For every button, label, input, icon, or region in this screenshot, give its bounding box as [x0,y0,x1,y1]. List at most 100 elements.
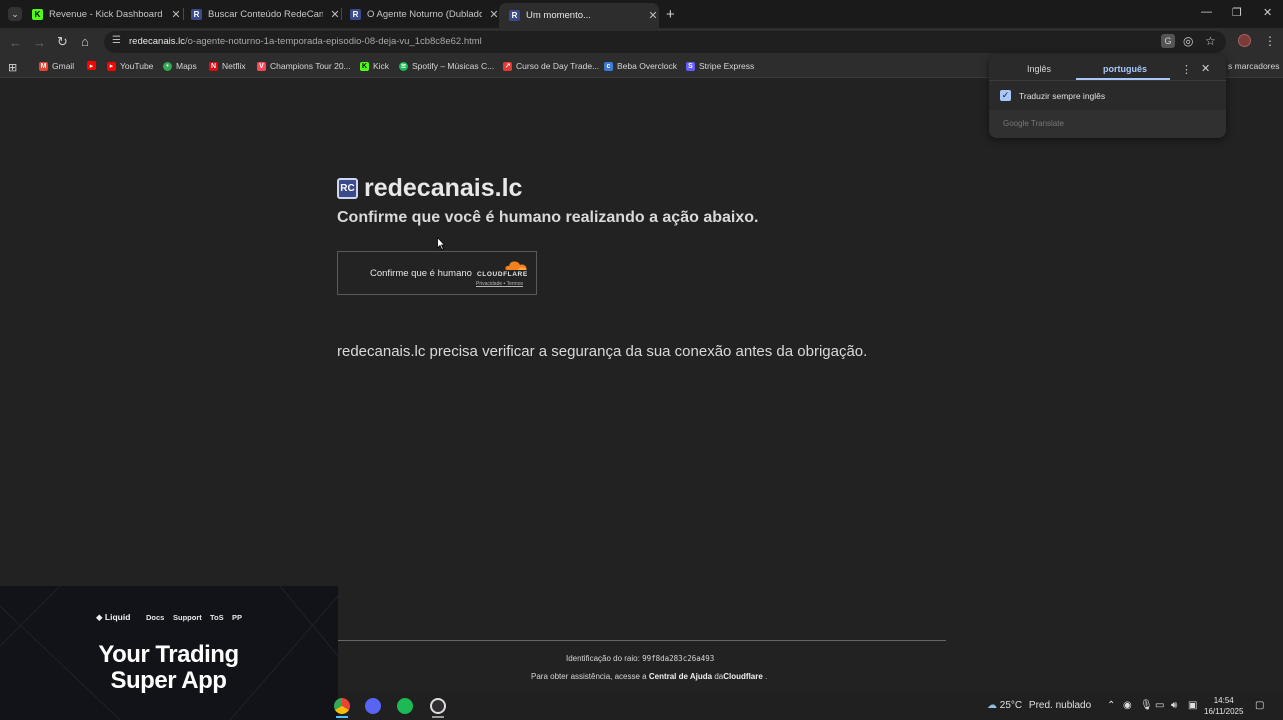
clock-time: 14:54 [1213,696,1234,705]
ray-id: 99f8da283c26a493 [642,654,715,663]
bookmark-label: Spotify – Músicas C... [412,61,495,71]
close-tab-icon[interactable]: ✕ [647,9,659,22]
translate-options-icon[interactable]: ⋮ [1181,63,1192,76]
help-prefix: Para obter assistência, acesse a [531,672,649,681]
bookmark-spotify[interactable]: ≋ Spotify – Músicas C... [399,61,494,71]
bookmark-maps[interactable]: • Maps [163,61,197,71]
home-icon[interactable]: ⌂ [81,34,89,49]
chrome-icon[interactable] [334,698,350,714]
redecanais-icon: R [191,8,202,20]
bookmark-kick[interactable]: K Kick [360,61,389,71]
apps-grid-icon[interactable]: ⊞ [8,61,17,74]
tab-title: Revenue - Kick Dashboard [49,8,163,20]
bookmark-gmail[interactable]: M Gmail [39,61,74,71]
tab-target-language[interactable]: português [1103,64,1147,74]
course-icon: ↗ [503,61,512,71]
kick-icon: K [360,61,369,71]
open-app-indicator [432,716,444,718]
terms-link[interactable]: Termos [507,281,523,287]
new-tab-icon[interactable]: + [666,6,675,23]
back-icon[interactable]: ← [9,35,22,50]
tab-search-icon[interactable]: ⌄ [8,7,22,21]
tab-title: O Agente Noturno (Dublado) [367,8,482,20]
discord-icon[interactable] [365,698,381,714]
ray-label: Identificação do raio: [566,654,640,663]
always-translate-label[interactable]: Traduzir sempre inglês [1019,91,1105,101]
google-translate-brand: Google Translate [1003,119,1064,128]
help-suffix: . [762,672,768,681]
notifications-icon[interactable]: ▢ [1255,700,1264,711]
help-mid: da [712,672,724,681]
bookmark-curso-day-trade[interactable]: ↗ Curso de Day Trade... [503,61,599,71]
eye-off-icon[interactable]: ◎ [1183,34,1193,48]
bookmark-star-icon[interactable]: ☆ [1205,34,1216,48]
minimize-icon[interactable]: — [1201,6,1212,18]
weather-widget[interactable]: ☁ 25°C Pred. nublado [987,700,1091,711]
restore-icon[interactable]: ❐ [1232,6,1242,19]
bookmark-stripe-express[interactable]: S Stripe Express [686,61,754,71]
microphone-icon[interactable]: 🎙︎ [1140,700,1153,711]
site-info-icon[interactable]: ☰ [112,35,123,46]
bookmark-netflix[interactable]: N Netflix [209,61,246,71]
tab-um-momento[interactable]: R Um momento... ✕ [499,3,659,28]
obs-icon[interactable] [430,698,446,714]
all-bookmarks-label[interactable]: s marcadores [1228,61,1280,71]
cloudflare-challenge-widget[interactable]: Confirme que é humano CLOUDFLARE Privaci… [337,251,537,295]
bookmark-label: Champions Tour 20... [270,61,351,71]
record-icon[interactable]: ◉ [1123,700,1132,711]
cloudflare-cloud-icon [505,261,527,270]
tab-buscar-conteudo[interactable]: R Buscar Conteúdo RedeCanais: o ✕ [181,3,341,25]
reload-icon[interactable]: ↻ [57,34,68,50]
network-icon[interactable]: ▭ [1155,700,1164,711]
redecanais-logo-icon: RC [337,178,358,199]
bookmark-youtube-short[interactable]: ▸ [87,61,100,70]
volume-icon[interactable]: 🔊︎ [1171,700,1177,711]
help-line: Para obter assistência, acesse a Central… [531,672,767,681]
youtube-icon: ▸ [107,61,116,71]
ray-id-line: Identificação do raio: 99f8da283c26a493 [566,654,714,663]
battery-icon[interactable]: ▣ [1188,700,1197,711]
system-clock[interactable]: 14:54 16/11/2025 [1204,695,1243,717]
mouse-cursor-icon [437,237,445,251]
help-center-link[interactable]: Central de Ajuda [649,672,712,681]
always-translate-checkbox[interactable]: ✓ [1000,90,1011,101]
bookmark-label: Beba Overclock [617,61,677,71]
security-message: redecanais.lc precisa verificar a segura… [337,343,868,360]
pip-nav-tos: ToS [210,613,224,622]
weather-temp: 25°C [999,700,1023,711]
close-window-icon[interactable]: ✕ [1263,6,1272,19]
bookmark-beba-overclock[interactable]: c Beba Overclock [604,61,677,71]
tab-source-language[interactable]: Inglês [1027,64,1051,74]
spotify-icon[interactable] [397,698,413,714]
menu-kebab-icon[interactable]: ⋮ [1264,34,1276,48]
url-text[interactable]: redecanais.lc/o-agente-noturno-1a-tempor… [129,36,482,47]
pip-video-overlay[interactable]: ◆ Liquid Docs Support ToS PP Your Tradin… [0,586,338,720]
challenge-label[interactable]: Confirme que é humano [370,268,472,279]
forward-icon[interactable]: → [33,35,46,50]
translate-popup: Inglês português ⋮ ✕ ✓ Traduzir sempre i… [989,54,1226,138]
close-icon[interactable]: ✕ [1201,62,1210,75]
pip-nav-docs: Docs [146,613,165,622]
tab-title: Um momento... [526,10,591,21]
overclock-icon: c [604,61,613,71]
bookmark-youtube[interactable]: ▸ YouTube [107,61,153,71]
tab-agente-noturno[interactable]: R O Agente Noturno (Dublado) ✕ [340,3,500,25]
youtube-icon: ▸ [87,61,96,70]
netflix-icon: N [209,61,218,71]
redecanais-icon: R [509,10,520,21]
tray-chevron-icon[interactable]: ⌃ [1107,700,1115,711]
cloudflare-link[interactable]: Cloudflare [723,672,763,681]
kick-icon: K [32,8,43,20]
bookmark-label: Maps [176,61,197,71]
url-host: redecanais.lc [129,36,185,47]
avatar[interactable] [1238,34,1251,47]
tab-kick-dashboard[interactable]: K Revenue - Kick Dashboard ✕ [22,3,182,25]
popup-footer: Google Translate [989,110,1226,138]
translate-icon[interactable]: G [1161,34,1175,48]
active-app-indicator [336,716,348,718]
privacy-link[interactable]: Privacidade [476,281,502,287]
bookmark-label: Netflix [222,61,246,71]
popup-divider [989,80,1226,81]
liquid-logo: ◆ Liquid [96,612,131,622]
bookmark-champions-tour[interactable]: V Champions Tour 20... [257,61,351,71]
